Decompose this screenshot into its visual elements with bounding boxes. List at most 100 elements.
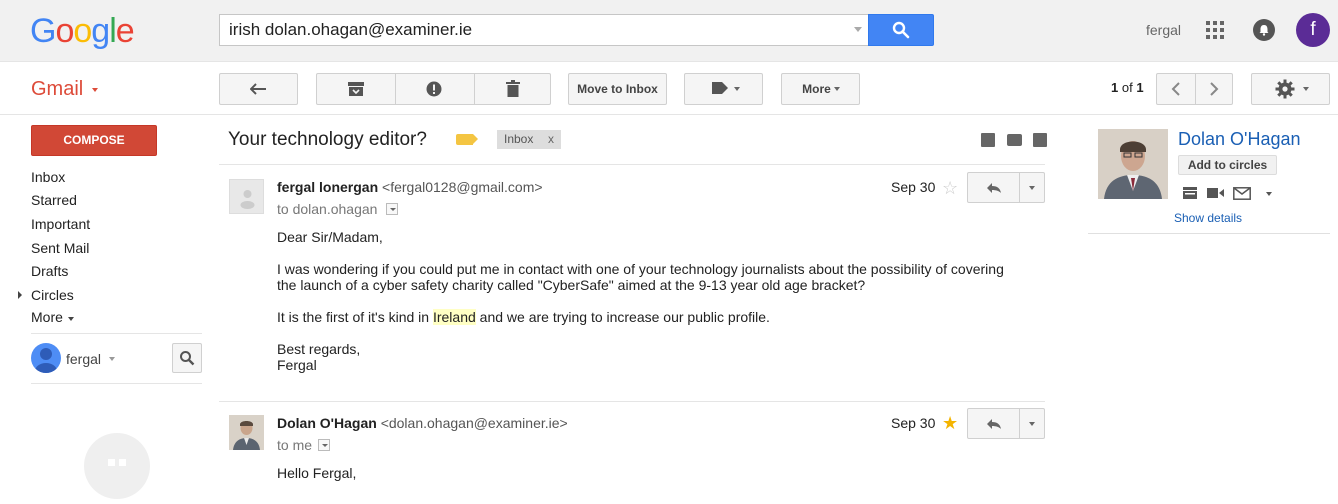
sender-email: <fergal0128@gmail.com> xyxy=(382,179,543,195)
sender-avatar[interactable] xyxy=(229,179,264,214)
archive-button[interactable] xyxy=(317,74,395,104)
contact-portrait-icon xyxy=(1098,129,1168,199)
contact-photo[interactable] xyxy=(1098,129,1168,199)
star-filled-icon[interactable]: ★ xyxy=(942,414,958,432)
chevron-down-icon xyxy=(734,87,740,91)
sidebar-item-sent-mail[interactable]: Sent Mail xyxy=(31,240,89,256)
message-sender[interactable]: fergal lonergan <fergal0128@gmail.com> xyxy=(277,179,543,195)
message-paragraph: It is the first of it's kind in Ireland … xyxy=(277,309,770,325)
page-current: 1 xyxy=(1111,80,1119,95)
pagination-nav xyxy=(1156,73,1233,105)
older-button[interactable] xyxy=(1196,74,1233,104)
sender-name: Dolan O'Hagan xyxy=(277,415,377,431)
sidebar-item-more[interactable]: More xyxy=(31,309,74,325)
label-marker-tip xyxy=(473,134,478,144)
message-greeting: Dear Sir/Madam, xyxy=(277,229,383,245)
inbox-label-chip[interactable]: Inbox x xyxy=(497,130,561,149)
more-actions-button[interactable]: More xyxy=(781,73,860,105)
show-details-dropdown-icon[interactable] xyxy=(386,203,398,215)
chevron-down-icon[interactable] xyxy=(109,357,115,361)
search-options-dropdown-icon[interactable] xyxy=(854,27,862,32)
settings-button[interactable] xyxy=(1251,73,1330,105)
contact-name[interactable]: Dolan O'Hagan xyxy=(1178,129,1301,150)
message-paragraph: I was wondering if you could put me in c… xyxy=(277,261,1004,293)
labels-button[interactable] xyxy=(684,73,763,105)
search-highlight: Ireland xyxy=(432,309,476,325)
chevron-down-icon[interactable] xyxy=(1266,192,1272,196)
inbox-chip-label: Inbox xyxy=(504,132,534,146)
reply-icon xyxy=(987,419,1001,429)
divider xyxy=(1088,233,1330,234)
new-window-icon[interactable] xyxy=(1033,133,1047,147)
star-icon[interactable]: ☆ xyxy=(942,179,958,197)
notifications-bell-icon[interactable] xyxy=(1253,19,1275,41)
expand-arrow-icon[interactable] xyxy=(18,291,22,299)
show-details-dropdown-icon[interactable] xyxy=(318,439,330,451)
report-spam-button[interactable] xyxy=(396,74,474,104)
person-placeholder-icon xyxy=(240,190,255,209)
sender-email: <dolan.ohagan@examiner.ie> xyxy=(380,415,568,431)
newer-button[interactable] xyxy=(1157,74,1195,104)
show-details-link[interactable]: Show details xyxy=(1174,211,1242,225)
person-photo-icon xyxy=(229,415,264,450)
sidebar-item-important[interactable]: Important xyxy=(31,216,90,232)
chat-search-button[interactable] xyxy=(172,343,202,373)
reply-button-group xyxy=(967,408,1045,439)
move-to-inbox-label: Move to Inbox xyxy=(577,82,658,96)
apps-grid-icon[interactable] xyxy=(1206,21,1224,39)
chevron-down-icon xyxy=(1029,186,1035,190)
expand-all-icon[interactable] xyxy=(981,133,995,147)
sidebar-item-drafts[interactable]: Drafts xyxy=(31,263,68,279)
message-text: I was wondering if you could put me in c… xyxy=(277,261,1004,277)
message-closing: Best regards, Fergal xyxy=(277,341,360,373)
reply-icon xyxy=(987,183,1001,193)
label-marker-icon[interactable] xyxy=(456,134,473,145)
search-icon xyxy=(180,351,195,366)
compose-button[interactable]: COMPOSE xyxy=(31,125,157,156)
add-to-circles-button[interactable]: Add to circles xyxy=(1178,155,1277,175)
search-icon xyxy=(892,21,910,39)
page-total: 1 xyxy=(1136,80,1144,95)
chevron-down-icon xyxy=(834,87,840,91)
signature: Fergal xyxy=(277,357,317,373)
recipients-line: to me xyxy=(277,437,313,453)
account-name[interactable]: fergal xyxy=(1146,22,1181,38)
reply-button[interactable] xyxy=(968,409,1019,438)
sidebar-item-circles[interactable]: Circles xyxy=(31,287,74,303)
hangouts-icon[interactable] xyxy=(84,433,150,499)
reply-button-group xyxy=(967,172,1045,203)
chat-user-name[interactable]: fergal xyxy=(66,351,101,367)
divider xyxy=(219,401,1045,402)
sidebar-item-inbox[interactable]: Inbox xyxy=(31,169,65,185)
gear-icon xyxy=(1275,79,1295,99)
delete-button[interactable] xyxy=(475,74,551,104)
chat-message-icon[interactable] xyxy=(1182,186,1198,200)
label-tag-icon xyxy=(712,82,728,94)
sender-avatar[interactable] xyxy=(229,415,264,450)
message-text: It is the first of it's kind in xyxy=(277,309,433,325)
reply-button[interactable] xyxy=(968,173,1019,202)
back-to-results-button[interactable] xyxy=(219,73,298,105)
search-input[interactable] xyxy=(220,15,850,45)
pagination-count: 1 of 1 xyxy=(1111,80,1144,95)
account-avatar[interactable]: f xyxy=(1296,13,1330,47)
more-message-actions-button[interactable] xyxy=(1020,409,1044,438)
more-message-actions-button[interactable] xyxy=(1020,173,1044,202)
sidebar-item-starred[interactable]: Starred xyxy=(31,192,77,208)
message-text: the launch of a cyber safety charity cal… xyxy=(277,277,866,293)
move-to-inbox-button[interactable]: Move to Inbox xyxy=(568,73,667,105)
search-button[interactable] xyxy=(868,14,934,46)
remove-label-icon[interactable]: x xyxy=(548,130,554,149)
message-text: and we are trying to increase our public… xyxy=(475,309,770,325)
video-call-icon[interactable] xyxy=(1207,187,1225,199)
message-greeting: Hello Fergal, xyxy=(277,465,357,481)
chat-user-avatar[interactable] xyxy=(31,343,61,373)
print-icon[interactable] xyxy=(1007,134,1022,146)
email-envelope-icon[interactable] xyxy=(1233,187,1251,200)
recipients-line: to dolan.ohagan xyxy=(277,201,378,217)
chevron-down-icon xyxy=(68,317,74,321)
sender-name: fergal lonergan xyxy=(277,179,379,195)
gmail-menu-label[interactable]: Gmail xyxy=(31,78,83,101)
message-sender[interactable]: Dolan O'Hagan <dolan.ohagan@examiner.ie> xyxy=(277,415,568,431)
google-logo[interactable]: Google xyxy=(30,12,135,51)
